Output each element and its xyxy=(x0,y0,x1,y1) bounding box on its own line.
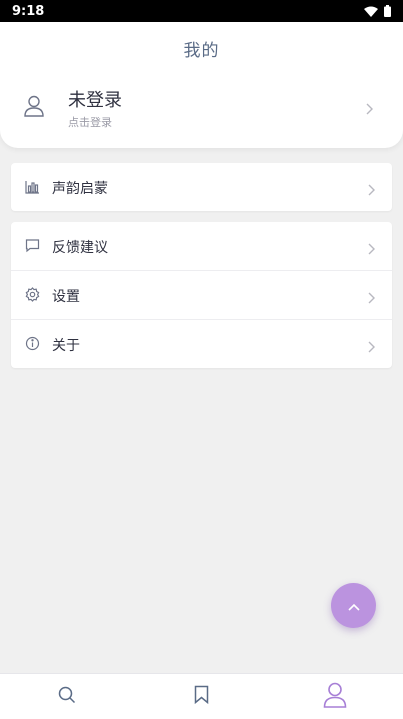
login-subtitle: 点击登录 xyxy=(68,116,112,129)
wifi-icon xyxy=(364,6,378,17)
menu-label: 关于 xyxy=(52,338,80,354)
menu-label: 设置 xyxy=(52,289,80,305)
bottom-nav xyxy=(0,673,403,719)
chevron-up-icon xyxy=(347,596,360,615)
menu-label: 反馈建议 xyxy=(52,240,108,256)
nav-profile[interactable] xyxy=(268,674,402,719)
chevron-right-icon xyxy=(367,181,375,196)
status-icons xyxy=(364,5,391,17)
menu-item-about[interactable]: 关于 xyxy=(11,320,392,368)
nav-search[interactable] xyxy=(0,674,134,719)
chevron-right-icon xyxy=(367,338,375,353)
profile-header: 我的 未登录 点击登录 xyxy=(0,22,403,148)
menu-item-feedback[interactable]: 反馈建议 xyxy=(11,222,392,271)
menu-group-1: 声韵启蒙 xyxy=(11,163,392,211)
status-time: 9:18 xyxy=(12,3,45,19)
login-row[interactable]: 未登录 点击登录 xyxy=(0,80,403,138)
gear-icon xyxy=(25,287,40,302)
bookmark-icon xyxy=(194,685,209,708)
login-title: 未登录 xyxy=(68,90,122,111)
user-icon xyxy=(24,95,44,117)
user-icon xyxy=(323,682,347,712)
menu-group-2: 反馈建议 设置 关于 xyxy=(11,222,392,368)
bar-chart-icon xyxy=(25,179,40,194)
battery-icon xyxy=(384,5,391,17)
status-bar: 9:18 xyxy=(0,0,403,22)
info-icon xyxy=(25,336,40,351)
comment-icon xyxy=(25,238,40,253)
search-icon xyxy=(58,686,76,708)
chevron-right-icon xyxy=(367,240,375,255)
scroll-top-button[interactable] xyxy=(331,583,376,628)
chevron-right-icon xyxy=(365,100,373,115)
nav-bookmark[interactable] xyxy=(134,674,268,719)
menu-item-phonetics[interactable]: 声韵启蒙 xyxy=(11,163,392,211)
menu-label: 声韵启蒙 xyxy=(52,181,108,197)
page-title: 我的 xyxy=(183,41,220,61)
menu-item-settings[interactable]: 设置 xyxy=(11,271,392,320)
chevron-right-icon xyxy=(367,289,375,304)
